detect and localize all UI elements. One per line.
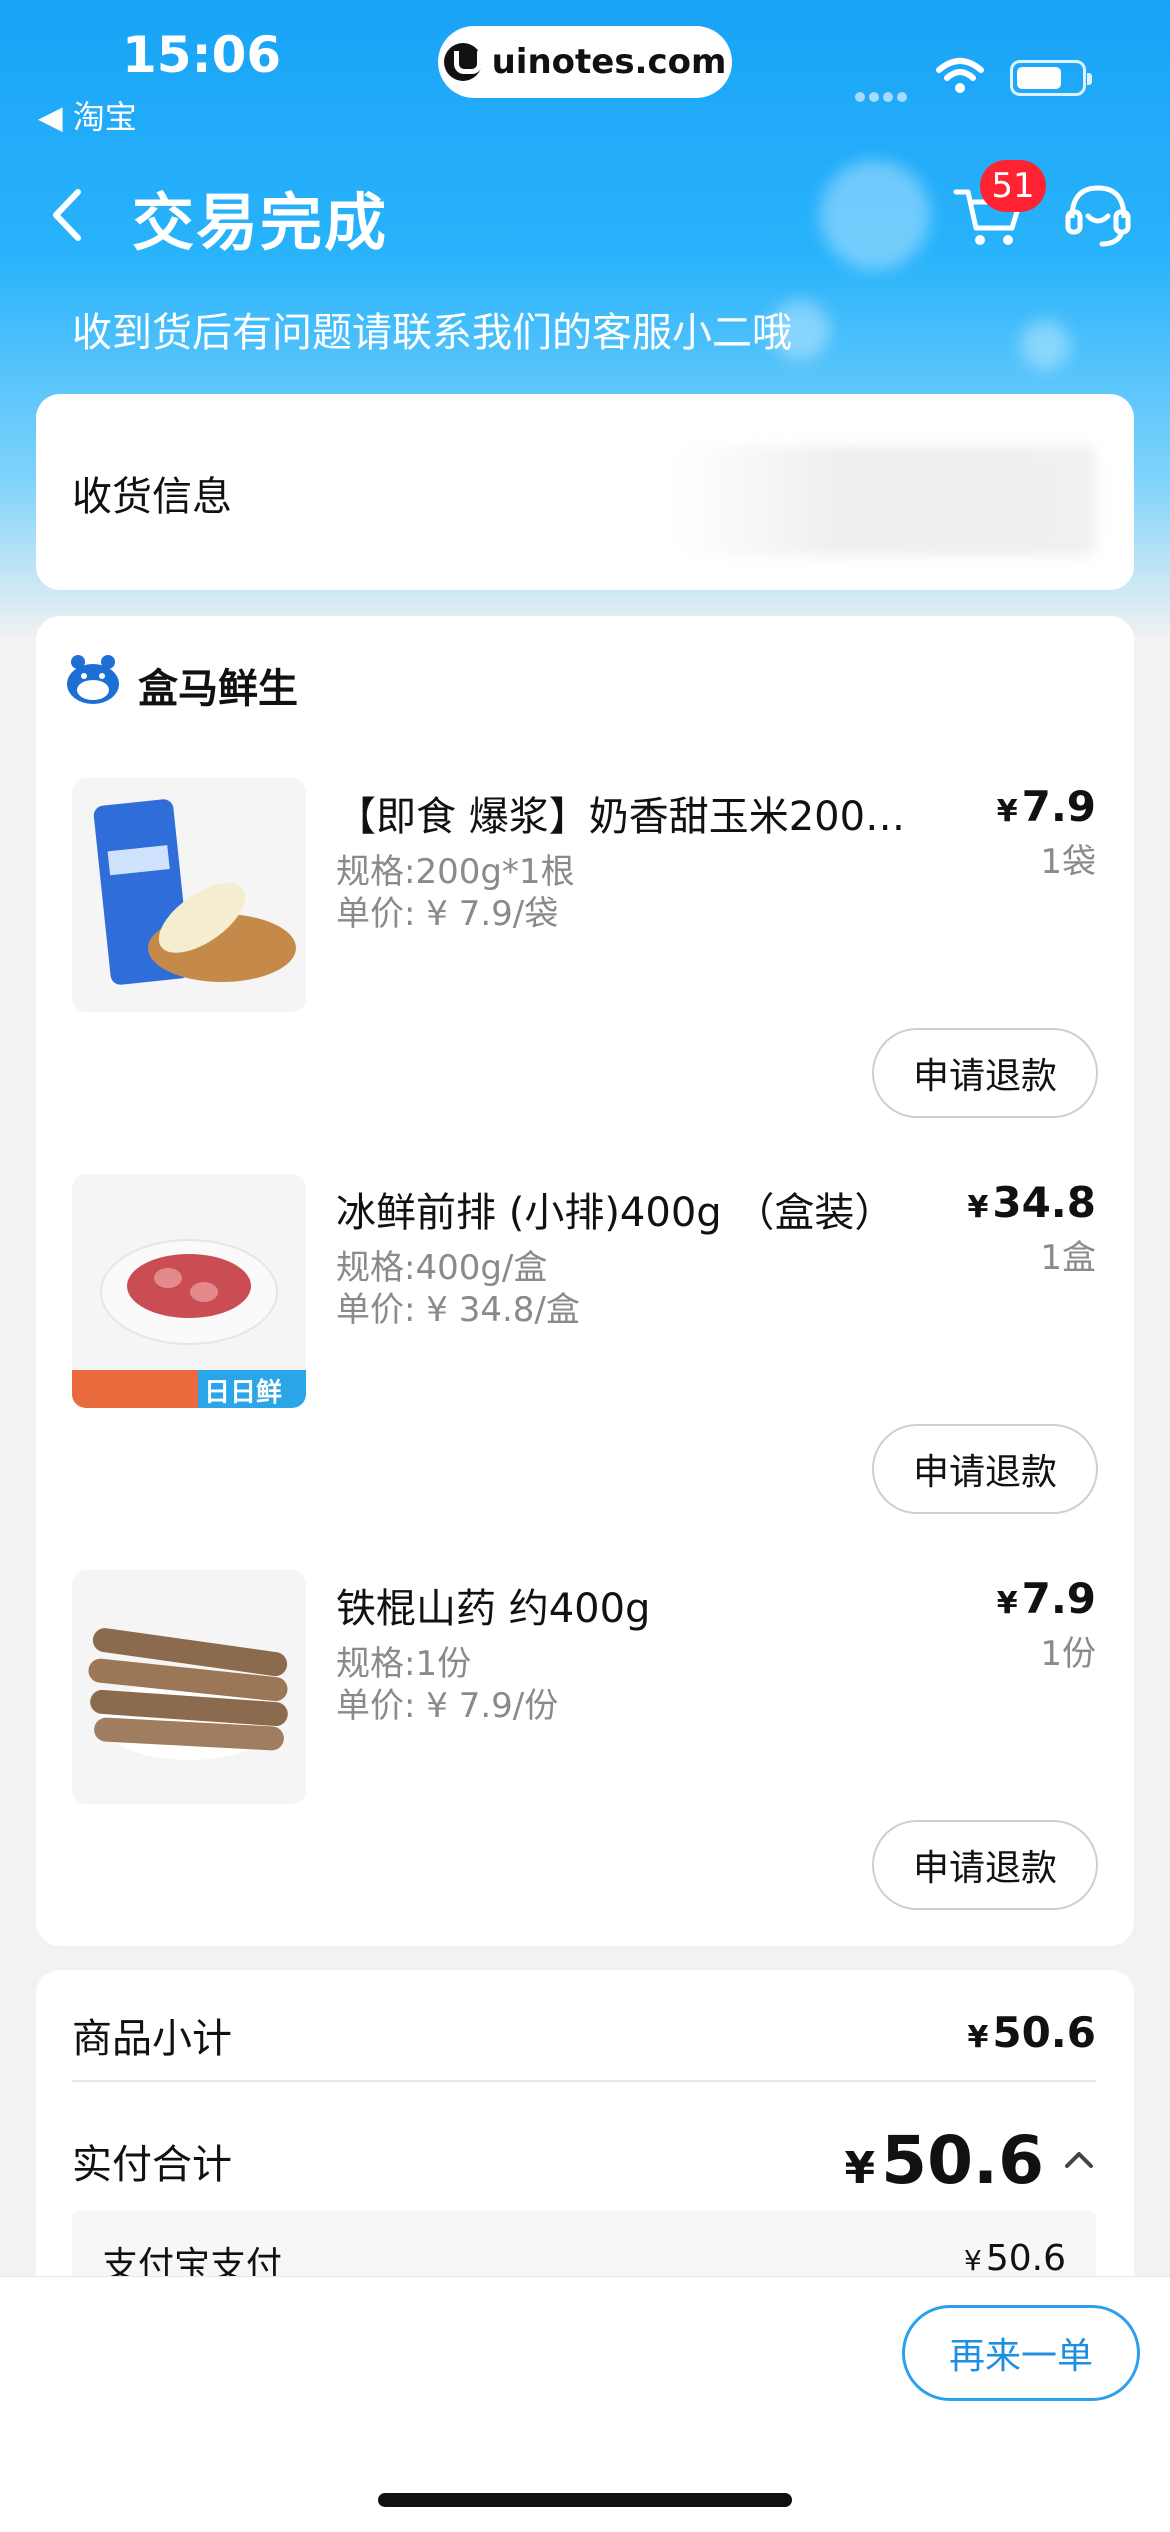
product-tag: 日日鲜 (204, 1378, 283, 1408)
item-quantity: 1盒 (1040, 1238, 1096, 1278)
item-price: ¥34.8 (967, 1178, 1096, 1227)
item-price: ¥7.9 (997, 782, 1096, 831)
hema-logo-icon[interactable] (64, 650, 122, 708)
cellular-signal-icon (855, 87, 911, 106)
subtotal-label: 商品小计 (72, 2016, 232, 2062)
decorative-bubble (820, 160, 930, 270)
header-subtitle: 收到货后有问题请联系我们的客服小二哦 (72, 310, 792, 356)
item-title[interactable]: 铁棍山药 约400g (336, 1576, 916, 1634)
corn-product-image[interactable] (72, 778, 306, 1012)
total-paid-label: 实付合计 (72, 2142, 232, 2188)
total-paid-amount: 50.6 (881, 2122, 1044, 2199)
address-redacted (676, 446, 1096, 556)
home-indicator[interactable] (378, 2493, 792, 2507)
item-title[interactable]: 冰鲜前排 (小排)400g （盒装） (336, 1180, 916, 1238)
status-time: 15:06 (122, 26, 282, 84)
uinotes-logo-icon (443, 43, 482, 81)
currency-symbol: ¥ (996, 1586, 1018, 1621)
item-quantity: 1袋 (1040, 842, 1096, 882)
divider (72, 2080, 1096, 2082)
pork-ribs-product-image[interactable]: 日日鲜 (72, 1174, 306, 1408)
payment-method-value: ¥50.6 (964, 2238, 1066, 2279)
currency-symbol: ¥ (964, 2244, 982, 2277)
apply-refund-button[interactable]: 申请退款 (872, 1028, 1098, 1118)
shipping-info-label: 收货信息 (72, 474, 232, 520)
page-title: 交易完成 (132, 186, 389, 259)
item-price-value: 34.8 (992, 1178, 1096, 1227)
item-quantity: 1份 (1040, 1634, 1096, 1674)
reorder-button[interactable]: 再来一单 (902, 2305, 1140, 2401)
customer-service-icon[interactable] (1062, 180, 1134, 250)
apply-refund-button[interactable]: 申请退款 (872, 1424, 1098, 1514)
url-text: uinotes.com (491, 42, 727, 82)
battery-icon (1010, 60, 1092, 96)
wifi-icon (936, 58, 984, 93)
subtotal-value: ¥50.6 (967, 2008, 1096, 2057)
back-to-app-link[interactable]: ◀ 淘宝 (38, 92, 137, 138)
item-price: ¥7.9 (997, 1574, 1096, 1623)
item-price-value: 7.9 (1021, 1574, 1096, 1623)
store-name[interactable]: 盒马鲜生 (138, 656, 298, 714)
currency-symbol: ¥ (844, 2143, 876, 2194)
order-item: 铁棍山药 约400g 规格:1份 单价: ¥ 7.9/份 ¥7.9 1份 申请退… (36, 1570, 1134, 1966)
item-title[interactable]: 【即食 爆浆】奶香甜玉米200g*1根 (336, 784, 916, 842)
item-price-value: 7.9 (1021, 782, 1096, 831)
back-chevron-icon[interactable] (44, 180, 104, 250)
currency-symbol: ¥ (967, 2020, 989, 2055)
apply-refund-button[interactable]: 申请退款 (872, 1820, 1098, 1910)
store-order-card: 盒马鲜生 【即食 爆浆】奶香甜玉米200g*1根 规格:200g*1根 单价: … (36, 616, 1134, 1946)
total-paid-value: ¥50.6 (845, 2122, 1044, 2199)
chevron-up-icon[interactable] (1062, 2142, 1096, 2176)
order-item: 日日鲜 冰鲜前排 (小排)400g （盒装） 规格:400g/盒 单价: ¥ 3… (36, 1174, 1134, 1570)
item-unit-price: 单价: ¥ 7.9/份 (336, 1686, 559, 1726)
bottom-action-bar: 再来一单 (0, 2276, 1170, 2532)
item-unit-price: 单价: ¥ 34.8/盒 (336, 1290, 580, 1330)
decorative-bubble (1020, 320, 1070, 370)
url-pill: uinotes.com (438, 26, 732, 98)
subtotal-amount: 50.6 (992, 2008, 1096, 2057)
currency-symbol: ¥ (967, 1190, 989, 1225)
yam-product-image[interactable] (72, 1570, 306, 1804)
shipping-info-card[interactable]: 收货信息 (36, 394, 1134, 590)
order-item: 【即食 爆浆】奶香甜玉米200g*1根 规格:200g*1根 单价: ¥ 7.9… (36, 778, 1134, 1174)
payment-amount: 50.6 (985, 2238, 1066, 2279)
item-unit-price: 单价: ¥ 7.9/袋 (336, 894, 559, 934)
currency-symbol: ¥ (996, 794, 1018, 829)
cart-count-badge: 51 (980, 160, 1046, 212)
